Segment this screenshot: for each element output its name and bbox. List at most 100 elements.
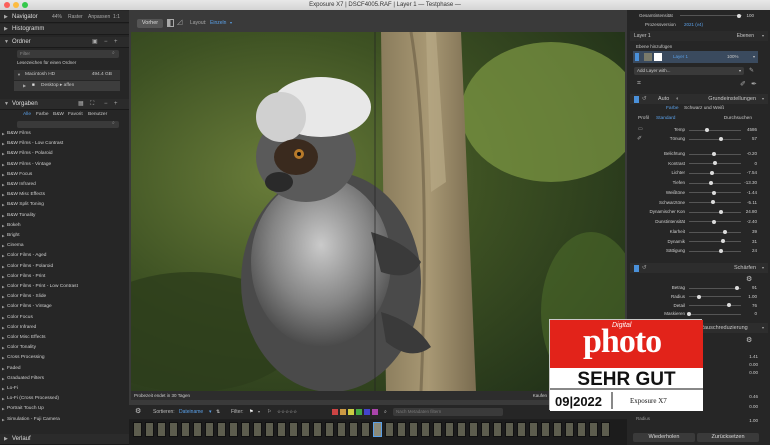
slider-value[interactable]: 24	[752, 247, 757, 255]
slider-track[interactable]	[689, 287, 741, 289]
slider-knob[interactable]	[710, 200, 715, 205]
filmstrip-thumbnail[interactable]	[505, 422, 514, 437]
preset-item[interactable]: ▶ B&W Films - Low Contrast	[0, 139, 122, 149]
noise-reduction-header[interactable]: Rauschreduzierung ▾	[700, 323, 768, 333]
slider-value[interactable]: -0.20	[747, 150, 757, 158]
layer-row[interactable]: Layer 1 100% ▾	[633, 51, 758, 63]
slider-knob[interactable]	[711, 151, 716, 156]
filmstrip-thumbnail[interactable]	[229, 422, 238, 437]
minus-icon[interactable]: −	[104, 37, 108, 48]
slider-track[interactable]	[689, 129, 741, 131]
filmstrip-thumbnail[interactable]	[325, 422, 334, 437]
panel-toggle-icon[interactable]	[634, 95, 639, 103]
slider-value[interactable]: 4586	[747, 126, 757, 134]
profile-select[interactable]: Standard	[656, 115, 675, 123]
eyedropper-icon[interactable]: ✐	[740, 80, 746, 88]
filmstrip-thumbnail[interactable]	[517, 422, 526, 437]
plus-icon[interactable]: +	[114, 37, 118, 48]
slider-value[interactable]: -2.40	[747, 218, 757, 226]
filmstrip-thumbnail[interactable]	[241, 422, 250, 437]
presets-header[interactable]: ▼ Vorgaben ▦ ⛶ − +	[0, 99, 129, 110]
panel-toggle-icon[interactable]	[634, 264, 639, 272]
filmstrip-thumbnail[interactable]	[313, 422, 322, 437]
reset-button[interactable]: Zurücksetzen	[697, 433, 759, 442]
add-folder-icon[interactable]: ▣	[92, 37, 98, 48]
filmstrip-thumbnail[interactable]	[289, 422, 298, 437]
mode-bw[interactable]: Schwarz und Weiß	[684, 105, 724, 113]
preset-tab-favorite[interactable]: Favorit	[68, 111, 83, 119]
slider-knob[interactable]	[719, 136, 724, 141]
preset-item[interactable]: ▶ B&W Films - Vintage	[0, 160, 122, 170]
slider-knob[interactable]	[705, 127, 710, 132]
filmstrip-thumbnail[interactable]	[577, 422, 586, 437]
filmstrip-thumbnail[interactable]	[265, 422, 274, 437]
filmstrip-thumbnail[interactable]	[373, 422, 382, 437]
slider-value[interactable]: -1.44	[747, 189, 757, 197]
auto-icon[interactable]: ◐	[676, 94, 679, 104]
preset-tab-user[interactable]: Benutzer	[88, 111, 107, 119]
expand-icon[interactable]: ⛶	[90, 99, 94, 110]
preset-item[interactable]: ▶ Portrait Touch Up	[0, 404, 122, 414]
folder-path-row[interactable]: ▶ ■ Desktop ▸ affen	[14, 81, 120, 91]
color-label-swatch[interactable]	[348, 409, 354, 415]
history-header[interactable]: ▶ Verlauf	[0, 434, 129, 445]
slider-track[interactable]	[689, 313, 741, 315]
navigator-zoom[interactable]: 44%	[52, 11, 62, 23]
filmstrip-thumbnail[interactable]	[409, 422, 418, 437]
slider-knob[interactable]	[713, 161, 717, 166]
layout-select[interactable]: Einzeln	[210, 20, 226, 26]
basic-adjustments-header[interactable]: ↺ Auto ◐ Grundeinstellungen ▾	[630, 94, 768, 104]
grid-view-icon[interactable]: ▦	[78, 99, 84, 110]
preset-item[interactable]: ▶ Color Films - Slide	[0, 292, 122, 302]
slider-value[interactable]: 39	[752, 228, 757, 236]
sharpen-header[interactable]: ↺ Schärfen ▾	[630, 263, 768, 273]
slider-value[interactable]: 0	[754, 160, 757, 168]
preset-item[interactable]: ▶ Bokeh	[0, 221, 122, 231]
filmstrip-thumbnail[interactable]	[253, 422, 262, 437]
slider-value[interactable]: -13.30	[744, 179, 757, 187]
filmstrip-thumbnail[interactable]	[181, 422, 190, 437]
layer-visibility-icon[interactable]	[635, 53, 639, 61]
preset-item[interactable]: ▶ Cross Processing	[0, 353, 122, 363]
reset-icon[interactable]: ↺	[642, 94, 647, 104]
slider-track[interactable]	[689, 202, 741, 203]
preset-item[interactable]: ▶ B&W Films	[0, 129, 122, 139]
filmstrip-thumbnail[interactable]	[337, 422, 346, 437]
add-layer-row[interactable]: Ebene hinzufügen	[634, 43, 758, 50]
color-label-swatch[interactable]	[340, 409, 346, 415]
slider-value[interactable]: 1.00	[748, 293, 757, 301]
zoom-window-button[interactable]	[22, 2, 28, 8]
color-label-swatch[interactable]	[356, 409, 362, 415]
plus-icon[interactable]: +	[114, 99, 118, 110]
metadata-search-input[interactable]: Nach Metadaten filtern	[393, 408, 503, 416]
crop-icon[interactable]: ⌗	[637, 80, 641, 88]
slider-track[interactable]	[689, 231, 741, 233]
process-version-select[interactable]: 2021 (v4)	[684, 21, 703, 28]
slider-knob[interactable]	[721, 239, 726, 244]
minimize-window-button[interactable]	[13, 2, 19, 8]
filmstrip-thumbnail[interactable]	[565, 422, 574, 437]
preset-item[interactable]: ▶ Graduated Filters	[0, 374, 122, 384]
reset-icon[interactable]: ↺	[642, 263, 647, 273]
preset-item[interactable]: ▶ Color Infrared	[0, 323, 122, 333]
slider-knob[interactable]	[726, 303, 731, 308]
reject-flag-icon[interactable]: ⚐	[267, 405, 271, 419]
navigator-option-fit[interactable]: Anpassen	[88, 11, 110, 23]
preset-item[interactable]: ▶ Color Tonality	[0, 343, 122, 353]
redo-button[interactable]: Wiederholen	[633, 433, 695, 442]
slider-knob[interactable]	[734, 285, 739, 290]
noise-value[interactable]: 0.00	[704, 362, 758, 367]
add-layer-with-select[interactable]: Add Layer with... ▾	[634, 67, 744, 75]
slider-track[interactable]	[689, 211, 741, 213]
slider-knob[interactable]	[710, 171, 715, 176]
noise-value[interactable]: 1.00	[704, 418, 758, 423]
drive-row[interactable]: ▼ Macintosh HD 494.4 GB	[14, 70, 120, 80]
filmstrip-thumbnail[interactable]	[553, 422, 562, 437]
filmstrip-thumbnail[interactable]	[421, 422, 430, 437]
preset-item[interactable]: ▶ Color Films - Print - Low Contrast	[0, 282, 122, 292]
navigator-option-1to1[interactable]: 1:1	[113, 11, 120, 23]
preset-tab-bw[interactable]: B&W	[53, 111, 64, 119]
navigator-header[interactable]: ▶ Navigator 44% Raster Anpassen 1:1	[0, 11, 129, 23]
filmstrip-thumbnail[interactable]	[601, 422, 610, 437]
preset-item[interactable]: ▶ B&W Tonality	[0, 211, 122, 221]
